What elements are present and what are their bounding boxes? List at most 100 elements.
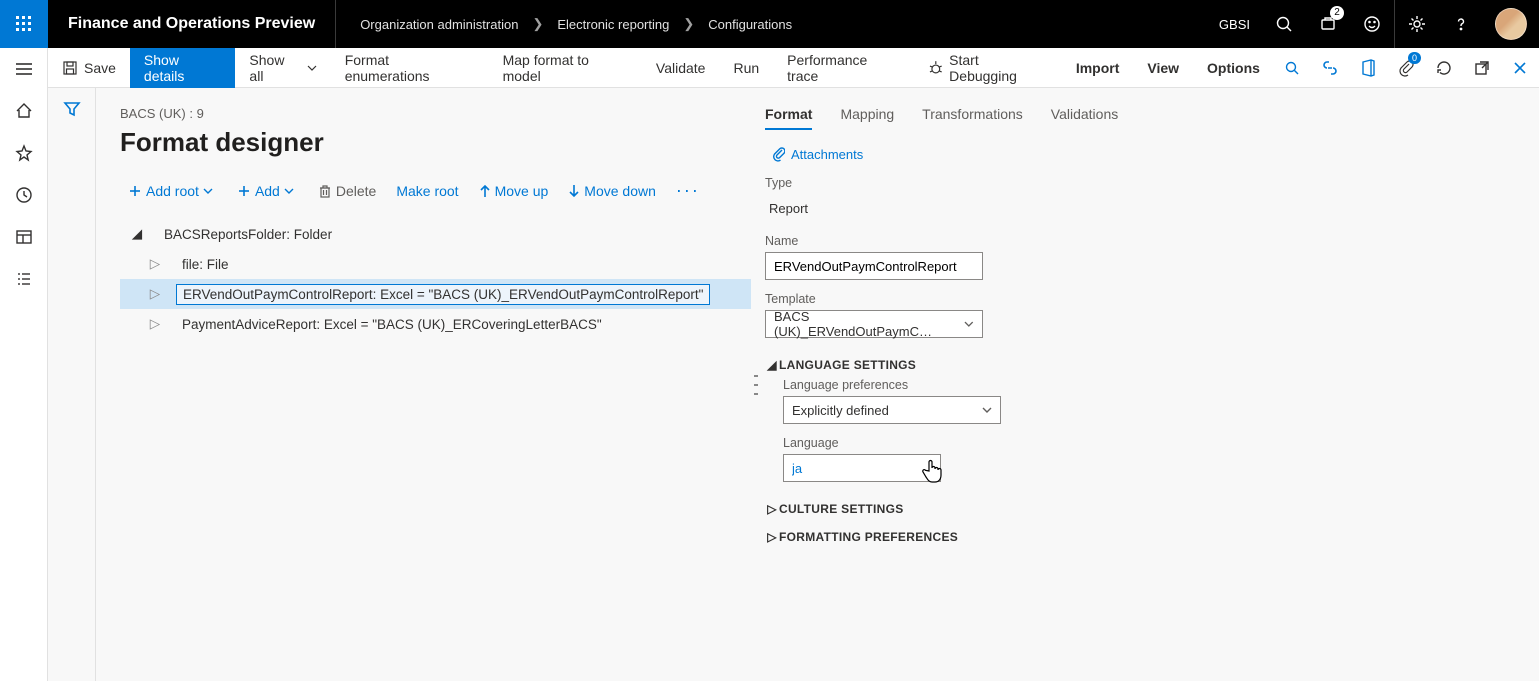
chevron-down-icon <box>982 405 992 415</box>
validate-label: Validate <box>656 60 706 76</box>
tree-row-selected[interactable]: ▷ ERVendOutPaymControlReport: Excel = "B… <box>120 279 751 309</box>
star-icon[interactable] <box>0 132 48 174</box>
culture-settings-section[interactable]: ▷ CULTURE SETTINGS <box>761 494 1539 522</box>
add-label: Add <box>255 183 280 199</box>
breadcrumb-item[interactable]: Organization administration <box>356 17 522 32</box>
chevron-down-icon <box>203 186 217 196</box>
top-bar: Finance and Operations Preview Organizat… <box>0 0 1539 48</box>
move-down-button[interactable]: Move down <box>560 179 664 203</box>
run-label: Run <box>733 60 759 76</box>
expand-icon: ▷ <box>765 502 779 516</box>
collapse-icon[interactable]: ◢ <box>130 226 144 242</box>
main-content: BACS (UK) : 9 Format designer Add root A… <box>96 88 1539 681</box>
attachments-link[interactable]: Attachments <box>761 146 1539 162</box>
search-icon[interactable] <box>1262 0 1306 48</box>
office-icon[interactable] <box>1349 48 1387 88</box>
format-enumerations-button[interactable]: Format enumerations <box>331 48 489 88</box>
tab-mapping[interactable]: Mapping <box>840 106 894 130</box>
make-root-label: Make root <box>396 183 458 199</box>
top-icons: GBSI 2 <box>1207 0 1539 48</box>
validate-button[interactable]: Validate <box>642 48 720 88</box>
collapse-icon: ◢ <box>765 358 779 372</box>
page-title: Format designer <box>120 127 751 158</box>
breadcrumb-item[interactable]: Electronic reporting <box>553 17 673 32</box>
show-details-button[interactable]: Show details <box>130 48 236 88</box>
tree-row[interactable]: ▷ file: File <box>120 249 751 279</box>
delete-button[interactable]: Delete <box>310 179 384 203</box>
attach-badge: 0 <box>1408 52 1421 64</box>
show-all-label: Show all <box>249 52 300 84</box>
splitter[interactable] <box>751 88 761 681</box>
popout-icon[interactable] <box>1463 48 1501 88</box>
template-value: BACS (UK)_ERVendOutPaymC… <box>774 309 964 339</box>
company-label[interactable]: GBSI <box>1207 17 1262 32</box>
waffle-icon[interactable] <box>0 0 48 48</box>
language-settings-section[interactable]: ◢ LANGUAGE SETTINGS <box>761 350 1539 378</box>
add-root-button[interactable]: Add root <box>120 179 225 203</box>
options-button[interactable]: Options <box>1193 48 1274 88</box>
breadcrumb-item[interactable]: Configurations <box>704 17 796 32</box>
more-button[interactable]: ··· <box>668 176 708 205</box>
show-all-button[interactable]: Show all <box>235 48 330 88</box>
smiley-icon[interactable] <box>1350 0 1394 48</box>
expand-icon[interactable]: ▷ <box>148 316 162 332</box>
view-button[interactable]: View <box>1133 48 1193 88</box>
left-pane: BACS (UK) : 9 Format designer Add root A… <box>96 88 751 681</box>
recent-icon[interactable] <box>0 174 48 216</box>
language-label: Language <box>783 436 1539 450</box>
template-select[interactable]: BACS (UK)_ERVendOutPaymC… <box>765 310 983 338</box>
add-button[interactable]: Add <box>229 179 306 203</box>
home-icon[interactable] <box>0 90 48 132</box>
map-format-button[interactable]: Map format to model <box>489 48 642 88</box>
type-value: Report <box>765 194 983 222</box>
options-label: Options <box>1207 60 1260 76</box>
add-root-label: Add root <box>146 183 199 199</box>
refresh-icon[interactable] <box>1425 48 1463 88</box>
tree-row-root[interactable]: ◢ BACSReportsFolder: Folder <box>120 219 751 249</box>
gear-icon[interactable] <box>1395 0 1439 48</box>
avatar[interactable] <box>1495 8 1527 40</box>
run-button[interactable]: Run <box>719 48 773 88</box>
map-format-label: Map format to model <box>503 52 628 84</box>
command-bar: Save Show details Show all Format enumer… <box>0 48 1539 88</box>
save-label: Save <box>84 60 116 76</box>
tab-format[interactable]: Format <box>765 106 812 130</box>
right-pane: Format Mapping Transformations Validatio… <box>761 88 1539 681</box>
language-preferences-select[interactable]: Explicitly defined <box>783 396 1001 424</box>
link-icon[interactable] <box>1311 48 1349 88</box>
lang-pref-value: Explicitly defined <box>792 403 889 418</box>
language-input[interactable] <box>783 454 941 482</box>
import-label: Import <box>1076 60 1120 76</box>
performance-trace-button[interactable]: Performance trace <box>773 48 913 88</box>
start-debugging-button[interactable]: Start Debugging <box>914 48 1062 88</box>
expand-icon: ▷ <box>765 530 779 544</box>
attachments-count-icon[interactable]: 0 <box>1387 48 1425 88</box>
help-icon[interactable] <box>1439 0 1483 48</box>
chevron-down-icon <box>964 319 974 329</box>
workspace-icon[interactable] <box>0 216 48 258</box>
format-enum-label: Format enumerations <box>345 52 475 84</box>
notification-icon[interactable]: 2 <box>1306 0 1350 48</box>
move-up-button[interactable]: Move up <box>471 179 557 203</box>
tab-transformations[interactable]: Transformations <box>922 106 1023 130</box>
tree-row[interactable]: ▷ PaymentAdviceReport: Excel = "BACS (UK… <box>120 309 751 339</box>
cursor-icon <box>921 458 943 484</box>
formatting-preferences-section[interactable]: ▷ FORMATTING PREFERENCES <box>761 522 1539 550</box>
formatting-prefs-label: FORMATTING PREFERENCES <box>779 530 958 544</box>
name-input[interactable] <box>765 252 983 280</box>
filter-icon[interactable] <box>48 88 96 130</box>
move-up-label: Move up <box>495 183 549 199</box>
close-icon[interactable] <box>1501 48 1539 88</box>
expand-icon[interactable]: ▷ <box>148 286 162 302</box>
tree-node-label: file: File <box>176 255 235 274</box>
hamburger-icon[interactable] <box>0 48 48 90</box>
modules-icon[interactable] <box>0 258 48 300</box>
expand-icon[interactable]: ▷ <box>148 256 162 272</box>
make-root-button[interactable]: Make root <box>388 179 466 203</box>
left-nav-rail <box>0 48 48 681</box>
save-button[interactable]: Save <box>48 48 130 88</box>
import-button[interactable]: Import <box>1062 48 1134 88</box>
tab-validations[interactable]: Validations <box>1051 106 1118 130</box>
search-command-icon[interactable] <box>1274 48 1311 88</box>
attachments-label: Attachments <box>791 147 863 162</box>
